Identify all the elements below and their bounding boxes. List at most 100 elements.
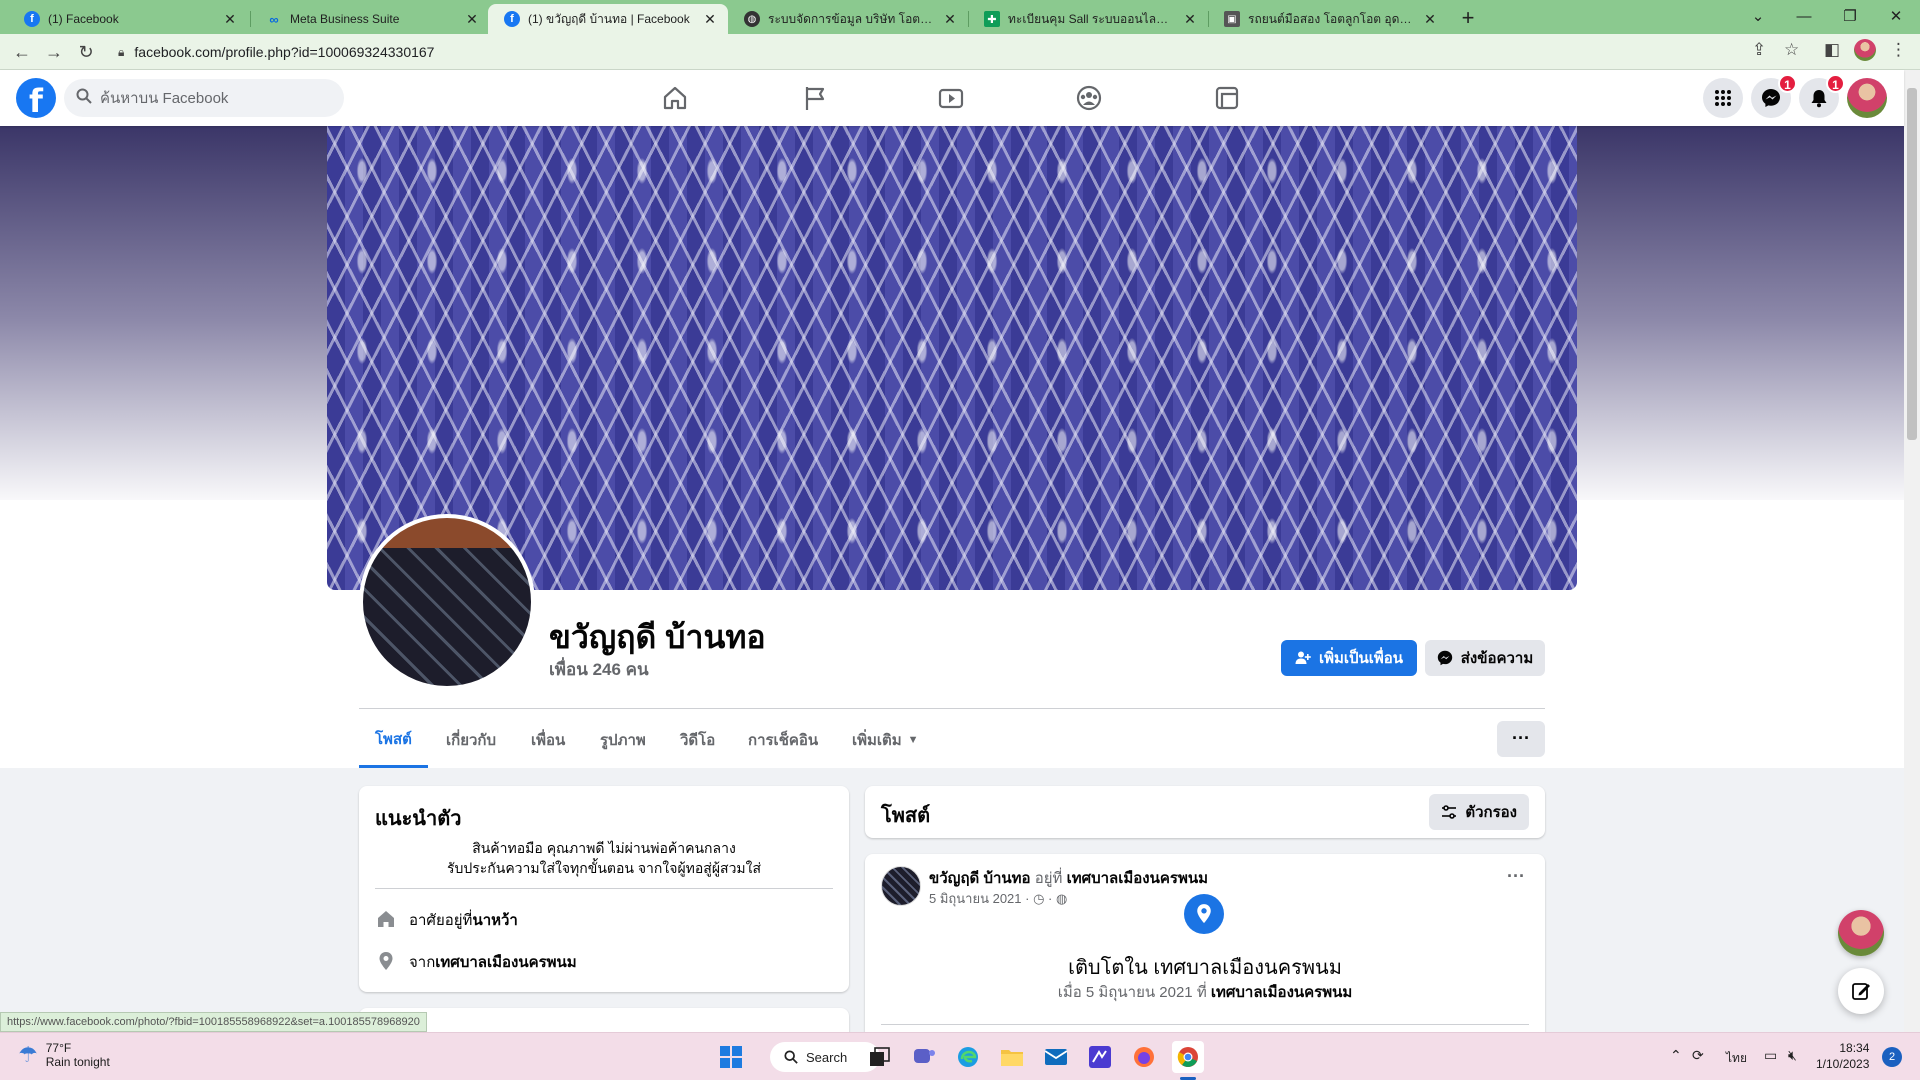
life-event-title: เติบโตใน เทศบาลเมืองนครพนม	[1068, 957, 1342, 979]
groups-icon[interactable]	[1034, 76, 1144, 120]
notification-count-badge[interactable]: 2	[1882, 1047, 1902, 1067]
share-icon[interactable]: ⇪	[1752, 40, 1766, 60]
tab-checkins[interactable]: การเช็คอิน	[732, 712, 834, 768]
side-panel-icon[interactable]: ◧	[1824, 40, 1840, 60]
menu-dots-icon[interactable]: ⋮	[1890, 40, 1907, 60]
reload-icon[interactable]: ↻	[74, 40, 98, 64]
minimize-button[interactable]: —	[1784, 4, 1824, 30]
clock-date: 1/10/2023	[1816, 1057, 1870, 1071]
posts-header-card: โพสต์ ตัวกรอง	[865, 786, 1545, 838]
notifications-bell-icon[interactable]: 1	[1799, 74, 1845, 118]
close-icon[interactable]: ✕	[1422, 11, 1438, 28]
lives-in-place[interactable]: นาหว้า	[472, 908, 517, 932]
tab-title: Meta Business Suite	[290, 12, 400, 26]
clock[interactable]: 18:34 1/10/2023	[1816, 1040, 1869, 1072]
profile-picture[interactable]	[359, 514, 535, 690]
post-author[interactable]: ขวัญฤดี บ้านทอ	[929, 870, 1031, 887]
volume-muted-icon[interactable]: 🔇︎	[1788, 1047, 1797, 1064]
tab-more-label: เพิ่มเติม	[852, 732, 902, 749]
browser-tab-active[interactable]: f (1) ขวัญฤดี บ้านทอ | Facebook ✕	[488, 4, 728, 34]
post-place[interactable]: เทศบาลเมืองนครพนม	[1067, 870, 1208, 887]
filter-button[interactable]: ตัวกรอง	[1429, 794, 1529, 830]
chrome-icon[interactable]	[1172, 1041, 1204, 1073]
status-bar-url: https://www.facebook.com/photo/?fbid=100…	[0, 1012, 427, 1032]
browser-tab[interactable]: ✚ ทะเบียนคุม Sall ระบบออนไลน์.xlsx - G ✕	[968, 4, 1208, 34]
close-icon[interactable]: ✕	[702, 11, 718, 28]
chevron-up-icon[interactable]: ⌃	[1670, 1047, 1682, 1064]
power-automate-icon[interactable]	[1084, 1041, 1116, 1073]
rain-cloud-icon: ☂	[18, 1042, 38, 1067]
network-icon[interactable]: ▭	[1764, 1047, 1777, 1064]
firefox-icon[interactable]	[1128, 1041, 1160, 1073]
send-message-button[interactable]: ส่งข้อความ	[1425, 640, 1545, 676]
new-message-button[interactable]	[1838, 968, 1884, 1014]
browser-tab[interactable]: f (1) Facebook ✕	[8, 4, 248, 34]
sync-icon[interactable]: ⟳	[1692, 1047, 1704, 1064]
menu-grid-icon[interactable]	[1703, 78, 1743, 118]
tab-title: ระบบจัดการข้อมูล บริษัท โอตลูกโอต	[768, 11, 936, 26]
account-avatar[interactable]	[1847, 78, 1887, 118]
location-pin-icon	[1184, 894, 1224, 934]
gaming-icon[interactable]	[1172, 76, 1282, 120]
browser-tab[interactable]: ▣ รถยนต์มือสอง โอตลูกโอต อุดรธานี ✕	[1208, 4, 1448, 34]
teams-chat-icon[interactable]	[908, 1041, 940, 1073]
file-explorer-icon[interactable]	[996, 1041, 1028, 1073]
windows-taskbar: ☂ 77°F Rain tonight Search ⌃ ⟳ ไทย ▭ 🔇︎	[0, 1032, 1920, 1080]
watch-video-icon[interactable]	[896, 76, 1006, 120]
tab-search-chevron-icon[interactable]: ⌄	[1738, 4, 1778, 30]
tab-title: รถยนต์มือสอง โอตลูกโอต อุดรธานี	[1248, 11, 1416, 26]
tab-about[interactable]: เกี่ยวกับ	[430, 712, 512, 768]
post-options-icon[interactable]: ···	[1507, 866, 1525, 887]
edge-browser-icon[interactable]	[952, 1041, 984, 1073]
tab-title: (1) Facebook	[48, 12, 119, 26]
browser-tab[interactable]: ◍ ระบบจัดการข้อมูล บริษัท โอตลูกโอต ✕	[728, 4, 968, 34]
more-options-button[interactable]: ···	[1497, 721, 1545, 757]
pages-flag-icon[interactable]	[760, 76, 870, 120]
tab-photos[interactable]: รูปภาพ	[584, 712, 662, 768]
add-friend-icon	[1295, 651, 1311, 664]
browser-tab[interactable]: ∞ Meta Business Suite ✕	[250, 4, 490, 34]
task-view-icon[interactable]	[864, 1041, 896, 1073]
from-place[interactable]: เทศบาลเมืองนครพนม	[435, 950, 576, 974]
tab-friends[interactable]: เพื่อน	[515, 712, 581, 768]
send-message-label: ส่งข้อความ	[1460, 650, 1534, 667]
close-icon[interactable]: ✕	[1182, 11, 1198, 28]
tab-posts[interactable]: โพสต์	[359, 712, 428, 768]
cover-photo[interactable]	[327, 126, 1577, 590]
windows-start-icon[interactable]	[715, 1041, 747, 1073]
lives-in-prefix: อาศัยอยู่ที่	[409, 912, 473, 929]
scrollbar-thumb[interactable]	[1907, 88, 1917, 440]
tab-more[interactable]: เพิ่มเติม ▼	[836, 712, 935, 768]
add-friend-button[interactable]: เพิ่มเป็นเพื่อน	[1281, 640, 1417, 676]
lock-icon[interactable]: 🔒︎	[118, 45, 124, 60]
facebook-logo-icon[interactable]: f	[16, 78, 56, 120]
profile-avatar-icon[interactable]	[1854, 39, 1876, 61]
close-icon[interactable]: ✕	[942, 11, 958, 28]
post-author-avatar[interactable]	[881, 866, 921, 906]
bookmark-star-icon[interactable]: ☆	[1784, 40, 1799, 60]
life-event-date: เมื่อ 5 มิถุนายน 2021 ที่	[1057, 984, 1211, 1001]
url-field[interactable]: 🔒︎ facebook.com/profile.php?id=100069324…	[108, 38, 1908, 66]
back-arrow-icon[interactable]: ←	[10, 40, 34, 64]
clock-time: 18:34	[1839, 1041, 1870, 1055]
facebook-search-input[interactable]: ค้นหาบน Facebook	[64, 79, 344, 117]
post-date[interactable]: 5 มิถุนายน 2021 ·	[929, 891, 1029, 906]
home-icon[interactable]	[620, 76, 730, 120]
weather-temp: 77°F	[45, 1041, 72, 1055]
friend-count[interactable]: เพื่อน 246 คน	[549, 656, 649, 683]
forward-arrow-icon[interactable]: →	[42, 40, 66, 64]
search-placeholder: ค้นหาบน Facebook	[100, 90, 229, 107]
weather-widget[interactable]: ☂ 77°F Rain tonight	[18, 1041, 110, 1069]
contact-chat-head[interactable]	[1838, 910, 1884, 956]
new-tab-button[interactable]: +	[1454, 5, 1482, 33]
close-window-button[interactable]: ✕	[1876, 4, 1916, 30]
input-language[interactable]: ไทย	[1726, 1049, 1747, 1068]
mail-icon[interactable]	[1040, 1041, 1072, 1073]
tab-videos[interactable]: วิดีโอ	[664, 712, 731, 768]
close-icon[interactable]: ✕	[464, 11, 480, 28]
restore-button[interactable]: ❐	[1830, 4, 1870, 30]
life-event-place[interactable]: เทศบาลเมืองนครพนม	[1211, 984, 1352, 1001]
bio-text: สินค้าทอมือ คุณภาพดี ไม่ผ่านพ่อค้าคนกลาง…	[375, 838, 833, 878]
close-icon[interactable]: ✕	[222, 11, 238, 28]
messenger-icon[interactable]: 1	[1751, 74, 1797, 118]
